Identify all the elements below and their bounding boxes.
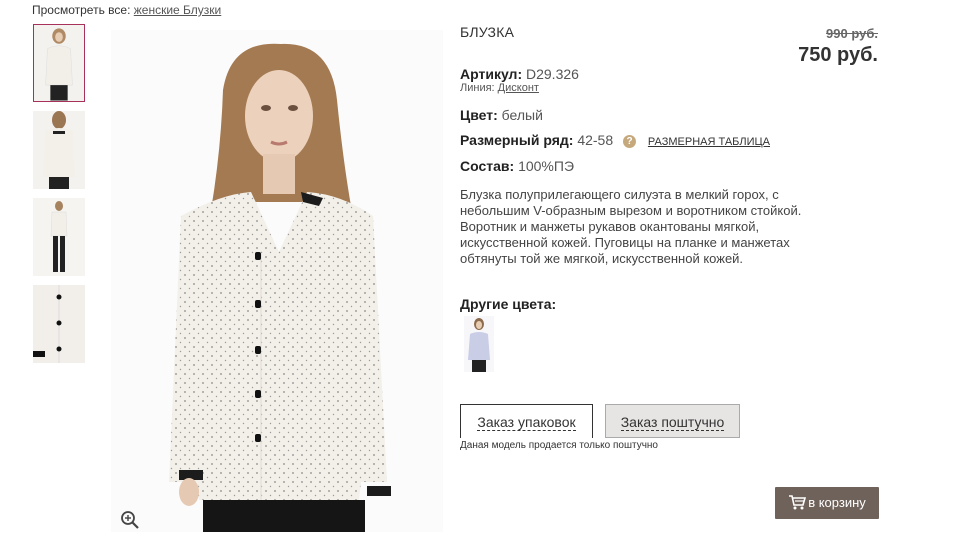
composition-value: 100%ПЭ (518, 158, 575, 174)
cart-icon (789, 495, 807, 510)
thumbnail-back-image (33, 111, 85, 189)
thumbnail-list (33, 24, 87, 372)
line-label: Линия: (460, 82, 495, 94)
thumbnail-front-image (34, 25, 84, 101)
other-color-thumbnail[interactable] (464, 316, 494, 372)
composition-row: Состав: 100%ПЭ (460, 158, 574, 174)
size-label: Размерный ряд: (460, 132, 574, 148)
thumbnail-full[interactable] (33, 198, 85, 276)
thumbnail-detail-image (33, 285, 85, 363)
add-to-cart-button[interactable]: в корзину (775, 487, 879, 519)
article-value: D29.326 (526, 66, 579, 82)
product-title: БЛУЗКА (460, 24, 515, 40)
product-info: БЛУЗКА 990 руб. 750 руб. Артикул: D29.32… (460, 24, 880, 519)
thumbnail-back[interactable] (33, 111, 85, 189)
question-icon[interactable]: ? (623, 135, 637, 148)
article-label: Артикул: (460, 66, 523, 82)
thumbnail-full-image (33, 198, 85, 276)
tab-order-pack-label: Заказ упаковок (477, 414, 576, 431)
product-description: Блузка полуприлегающего силуэта в мелкий… (460, 187, 802, 266)
breadcrumb-link[interactable]: женские Блузки (134, 3, 222, 17)
current-price: 750 руб. (798, 44, 878, 66)
size-table-link[interactable]: РАЗМЕРНАЯ ТАБЛИЦА (648, 136, 770, 148)
tab-order-pack[interactable]: Заказ упаковок (460, 404, 593, 438)
tab-order-single[interactable]: Заказ поштучно (605, 404, 740, 438)
color-row: Цвет: белый (460, 107, 543, 123)
main-product-illustration (111, 30, 443, 532)
breadcrumb: Просмотреть все: женские Блузки (32, 3, 221, 17)
color-value: белый (501, 107, 543, 123)
size-row: Размерный ряд: 42-58 ? РАЗМЕРНАЯ ТАБЛИЦА (460, 132, 770, 148)
add-to-cart-label: в корзину (808, 495, 866, 510)
zoom-in-icon[interactable] (120, 510, 140, 530)
tab-order-single-label: Заказ поштучно (620, 414, 725, 431)
composition-label: Состав: (460, 158, 515, 174)
other-color-image (464, 316, 494, 372)
main-product-image[interactable] (111, 30, 443, 532)
breadcrumb-prefix: Просмотреть все: (32, 3, 131, 17)
old-price: 990 руб. (826, 26, 878, 41)
thumbnail-front[interactable] (33, 24, 85, 102)
other-colors-label: Другие цвета: (460, 296, 557, 312)
order-note: Даная модель продается только поштучно (460, 440, 658, 451)
size-value: 42-58 (577, 132, 614, 148)
thumbnail-detail[interactable] (33, 285, 85, 363)
article-row: Артикул: D29.326 (460, 66, 579, 82)
line-row: Линия: Дисконт (460, 82, 539, 94)
line-link[interactable]: Дисконт (498, 82, 539, 94)
color-label: Цвет: (460, 107, 498, 123)
